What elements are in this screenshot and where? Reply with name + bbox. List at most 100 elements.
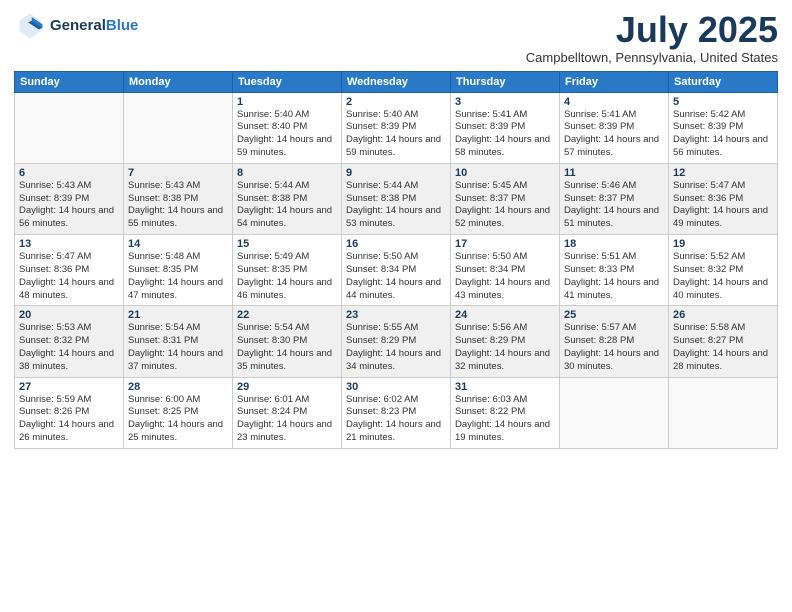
day-number: 6 — [19, 167, 119, 179]
calendar-cell: 8Sunrise: 5:44 AMSunset: 8:38 PMDaylight… — [233, 163, 342, 234]
day-number: 15 — [237, 238, 337, 250]
day-number: 28 — [128, 381, 228, 393]
calendar-cell: 18Sunrise: 5:51 AMSunset: 8:33 PMDayligh… — [560, 235, 669, 306]
calendar-week-1: 1Sunrise: 5:40 AMSunset: 8:40 PMDaylight… — [15, 92, 778, 163]
day-info: Sunrise: 5:47 AMSunset: 8:36 PMDaylight:… — [673, 180, 773, 231]
calendar-cell: 22Sunrise: 5:54 AMSunset: 8:30 PMDayligh… — [233, 306, 342, 377]
day-number: 19 — [673, 238, 773, 250]
day-info: Sunrise: 5:42 AMSunset: 8:39 PMDaylight:… — [673, 109, 773, 160]
day-number: 24 — [455, 309, 555, 321]
logo-text-block: GeneralBlue — [50, 18, 138, 35]
day-number: 4 — [564, 96, 664, 108]
calendar-table: Sunday Monday Tuesday Wednesday Thursday… — [14, 71, 778, 449]
day-info: Sunrise: 5:54 AMSunset: 8:31 PMDaylight:… — [128, 322, 228, 373]
calendar-cell: 11Sunrise: 5:46 AMSunset: 8:37 PMDayligh… — [560, 163, 669, 234]
day-info: Sunrise: 6:01 AMSunset: 8:24 PMDaylight:… — [237, 394, 337, 445]
col-wednesday: Wednesday — [342, 71, 451, 92]
day-info: Sunrise: 6:02 AMSunset: 8:23 PMDaylight:… — [346, 394, 446, 445]
day-number: 10 — [455, 167, 555, 179]
col-tuesday: Tuesday — [233, 71, 342, 92]
day-number: 21 — [128, 309, 228, 321]
calendar-cell: 4Sunrise: 5:41 AMSunset: 8:39 PMDaylight… — [560, 92, 669, 163]
col-sunday: Sunday — [15, 71, 124, 92]
day-number: 26 — [673, 309, 773, 321]
calendar-cell: 14Sunrise: 5:48 AMSunset: 8:35 PMDayligh… — [124, 235, 233, 306]
day-number: 27 — [19, 381, 119, 393]
calendar-week-2: 6Sunrise: 5:43 AMSunset: 8:39 PMDaylight… — [15, 163, 778, 234]
day-info: Sunrise: 5:46 AMSunset: 8:37 PMDaylight:… — [564, 180, 664, 231]
day-number: 2 — [346, 96, 446, 108]
day-info: Sunrise: 5:53 AMSunset: 8:32 PMDaylight:… — [19, 322, 119, 373]
day-info: Sunrise: 5:45 AMSunset: 8:37 PMDaylight:… — [455, 180, 555, 231]
day-number: 17 — [455, 238, 555, 250]
day-info: Sunrise: 5:55 AMSunset: 8:29 PMDaylight:… — [346, 322, 446, 373]
calendar-week-4: 20Sunrise: 5:53 AMSunset: 8:32 PMDayligh… — [15, 306, 778, 377]
day-number: 29 — [237, 381, 337, 393]
day-info: Sunrise: 5:47 AMSunset: 8:36 PMDaylight:… — [19, 251, 119, 302]
day-number: 25 — [564, 309, 664, 321]
calendar-cell — [560, 377, 669, 448]
day-number: 14 — [128, 238, 228, 250]
calendar-cell: 24Sunrise: 5:56 AMSunset: 8:29 PMDayligh… — [451, 306, 560, 377]
calendar-week-3: 13Sunrise: 5:47 AMSunset: 8:36 PMDayligh… — [15, 235, 778, 306]
day-info: Sunrise: 5:50 AMSunset: 8:34 PMDaylight:… — [346, 251, 446, 302]
day-number: 22 — [237, 309, 337, 321]
day-info: Sunrise: 5:57 AMSunset: 8:28 PMDaylight:… — [564, 322, 664, 373]
calendar-cell: 6Sunrise: 5:43 AMSunset: 8:39 PMDaylight… — [15, 163, 124, 234]
calendar-week-5: 27Sunrise: 5:59 AMSunset: 8:26 PMDayligh… — [15, 377, 778, 448]
calendar-cell: 2Sunrise: 5:40 AMSunset: 8:39 PMDaylight… — [342, 92, 451, 163]
calendar-cell: 13Sunrise: 5:47 AMSunset: 8:36 PMDayligh… — [15, 235, 124, 306]
calendar-cell — [669, 377, 778, 448]
day-info: Sunrise: 5:54 AMSunset: 8:30 PMDaylight:… — [237, 322, 337, 373]
day-number: 16 — [346, 238, 446, 250]
day-info: Sunrise: 5:43 AMSunset: 8:38 PMDaylight:… — [128, 180, 228, 231]
day-number: 1 — [237, 96, 337, 108]
calendar-cell: 31Sunrise: 6:03 AMSunset: 8:22 PMDayligh… — [451, 377, 560, 448]
calendar-cell: 7Sunrise: 5:43 AMSunset: 8:38 PMDaylight… — [124, 163, 233, 234]
calendar-cell: 28Sunrise: 6:00 AMSunset: 8:25 PMDayligh… — [124, 377, 233, 448]
calendar-cell: 20Sunrise: 5:53 AMSunset: 8:32 PMDayligh… — [15, 306, 124, 377]
day-number: 12 — [673, 167, 773, 179]
day-info: Sunrise: 5:52 AMSunset: 8:32 PMDaylight:… — [673, 251, 773, 302]
calendar-cell: 17Sunrise: 5:50 AMSunset: 8:34 PMDayligh… — [451, 235, 560, 306]
day-info: Sunrise: 5:44 AMSunset: 8:38 PMDaylight:… — [346, 180, 446, 231]
day-info: Sunrise: 5:49 AMSunset: 8:35 PMDaylight:… — [237, 251, 337, 302]
day-number: 30 — [346, 381, 446, 393]
logo-general: GeneralBlue — [50, 18, 138, 35]
calendar-cell: 19Sunrise: 5:52 AMSunset: 8:32 PMDayligh… — [669, 235, 778, 306]
calendar-cell: 12Sunrise: 5:47 AMSunset: 8:36 PMDayligh… — [669, 163, 778, 234]
col-saturday: Saturday — [669, 71, 778, 92]
calendar-cell — [124, 92, 233, 163]
col-monday: Monday — [124, 71, 233, 92]
day-number: 31 — [455, 381, 555, 393]
header: GeneralBlue July 2025 Campbelltown, Penn… — [14, 10, 778, 65]
calendar-cell: 9Sunrise: 5:44 AMSunset: 8:38 PMDaylight… — [342, 163, 451, 234]
day-number: 9 — [346, 167, 446, 179]
calendar-cell: 16Sunrise: 5:50 AMSunset: 8:34 PMDayligh… — [342, 235, 451, 306]
calendar-cell: 23Sunrise: 5:55 AMSunset: 8:29 PMDayligh… — [342, 306, 451, 377]
calendar-cell: 3Sunrise: 5:41 AMSunset: 8:39 PMDaylight… — [451, 92, 560, 163]
day-info: Sunrise: 5:59 AMSunset: 8:26 PMDaylight:… — [19, 394, 119, 445]
day-info: Sunrise: 5:43 AMSunset: 8:39 PMDaylight:… — [19, 180, 119, 231]
calendar-cell: 1Sunrise: 5:40 AMSunset: 8:40 PMDaylight… — [233, 92, 342, 163]
calendar-cell: 10Sunrise: 5:45 AMSunset: 8:37 PMDayligh… — [451, 163, 560, 234]
day-info: Sunrise: 5:44 AMSunset: 8:38 PMDaylight:… — [237, 180, 337, 231]
col-thursday: Thursday — [451, 71, 560, 92]
day-info: Sunrise: 5:56 AMSunset: 8:29 PMDaylight:… — [455, 322, 555, 373]
month-title: July 2025 — [526, 10, 778, 50]
day-number: 18 — [564, 238, 664, 250]
day-info: Sunrise: 5:51 AMSunset: 8:33 PMDaylight:… — [564, 251, 664, 302]
calendar-cell: 29Sunrise: 6:01 AMSunset: 8:24 PMDayligh… — [233, 377, 342, 448]
day-number: 20 — [19, 309, 119, 321]
day-number: 5 — [673, 96, 773, 108]
day-info: Sunrise: 5:41 AMSunset: 8:39 PMDaylight:… — [564, 109, 664, 160]
day-info: Sunrise: 5:48 AMSunset: 8:35 PMDaylight:… — [128, 251, 228, 302]
calendar-cell: 26Sunrise: 5:58 AMSunset: 8:27 PMDayligh… — [669, 306, 778, 377]
title-section: July 2025 Campbelltown, Pennsylvania, Un… — [526, 10, 778, 65]
calendar-cell: 27Sunrise: 5:59 AMSunset: 8:26 PMDayligh… — [15, 377, 124, 448]
calendar-cell: 25Sunrise: 5:57 AMSunset: 8:28 PMDayligh… — [560, 306, 669, 377]
logo: GeneralBlue — [14, 10, 138, 42]
calendar-cell: 21Sunrise: 5:54 AMSunset: 8:31 PMDayligh… — [124, 306, 233, 377]
day-info: Sunrise: 6:00 AMSunset: 8:25 PMDaylight:… — [128, 394, 228, 445]
day-number: 23 — [346, 309, 446, 321]
